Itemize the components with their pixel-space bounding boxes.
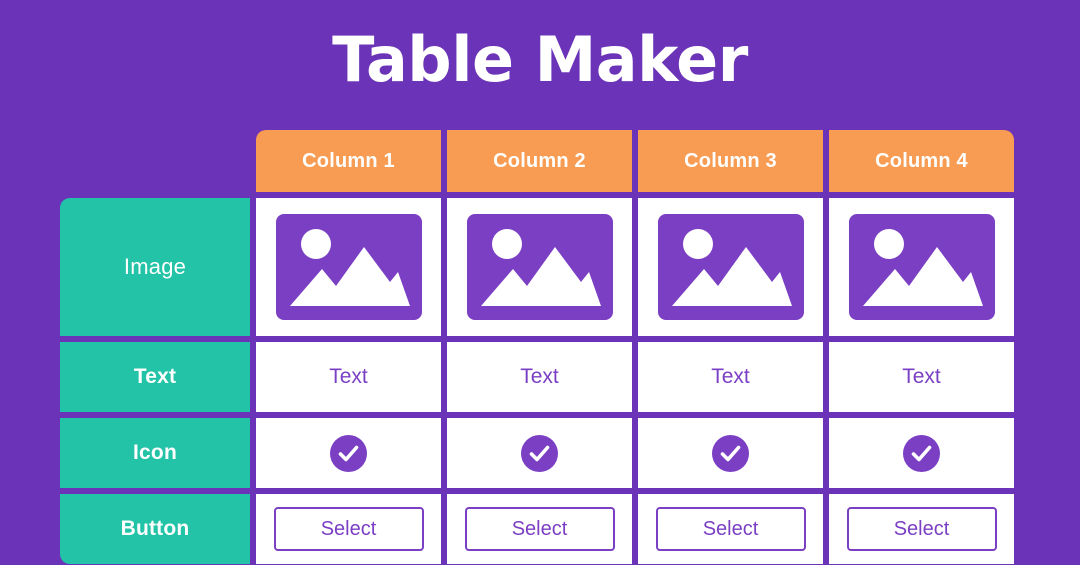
- column-header-label: Column 3: [684, 149, 777, 172]
- table-corner-cell: [60, 130, 250, 192]
- page-title: Table Maker: [332, 23, 748, 96]
- column-header-1[interactable]: Column 1: [256, 130, 441, 192]
- table-cell-image-col4[interactable]: [829, 198, 1014, 336]
- select-button-col3[interactable]: Select: [655, 507, 806, 551]
- table-cell-button-col3: Select: [638, 494, 823, 564]
- check-circle-icon: [330, 434, 367, 472]
- comparison-table: Column 1 Column 2 Column 3 Column 4 Imag…: [60, 130, 1020, 564]
- table-cell-button-col4: Select: [829, 494, 1014, 564]
- table-cell-button-col2: Select: [447, 494, 632, 564]
- table-maker-page: Table Maker Column 1 Column 2 Column 3 C…: [0, 0, 1080, 565]
- row-label-image: Image: [60, 198, 250, 336]
- cell-text-value: Text: [329, 365, 368, 388]
- row-label-text: Text: [133, 365, 177, 388]
- table-cell-image-col1[interactable]: [256, 198, 441, 336]
- table-cell-icon-col3[interactable]: [638, 418, 823, 488]
- table-cell-button-col1: Select: [256, 494, 441, 564]
- column-header-2[interactable]: Column 2: [447, 130, 632, 192]
- image-placeholder-icon: [657, 214, 804, 320]
- table-cell-text-col1[interactable]: Text: [256, 342, 441, 412]
- image-placeholder-icon: [275, 214, 422, 320]
- table-cell-icon-col1[interactable]: [256, 418, 441, 488]
- column-header-label: Column 4: [875, 149, 968, 172]
- column-header-label: Column 2: [493, 149, 586, 172]
- image-placeholder-icon: [466, 214, 613, 320]
- row-label-button: Button: [60, 494, 250, 564]
- check-circle-icon: [712, 434, 749, 472]
- row-label-text: Image: [123, 254, 187, 279]
- row-label-text: Icon: [133, 441, 177, 464]
- cell-text-value: Text: [520, 365, 559, 388]
- select-button-col4[interactable]: Select: [846, 507, 997, 551]
- table-cell-icon-col4[interactable]: [829, 418, 1014, 488]
- column-header-4[interactable]: Column 4: [829, 130, 1014, 192]
- table-cell-text-col2[interactable]: Text: [447, 342, 632, 412]
- select-button-col2[interactable]: Select: [464, 507, 615, 551]
- table-cell-text-col4[interactable]: Text: [829, 342, 1014, 412]
- cell-text-value: Text: [711, 365, 750, 388]
- image-placeholder-icon: [848, 214, 995, 320]
- cell-text-value: Text: [902, 365, 941, 388]
- row-label-text: Button: [120, 517, 190, 540]
- check-circle-icon: [521, 434, 558, 472]
- column-header-label: Column 1: [302, 149, 395, 172]
- table-cell-image-col2[interactable]: [447, 198, 632, 336]
- column-header-3[interactable]: Column 3: [638, 130, 823, 192]
- row-label-icon: Icon: [60, 418, 250, 488]
- table-cell-icon-col2[interactable]: [447, 418, 632, 488]
- select-button-col1[interactable]: Select: [273, 507, 424, 551]
- row-label-text: Text: [60, 342, 250, 412]
- table-cell-text-col3[interactable]: Text: [638, 342, 823, 412]
- check-circle-icon: [903, 434, 940, 472]
- table-cell-image-col3[interactable]: [638, 198, 823, 336]
